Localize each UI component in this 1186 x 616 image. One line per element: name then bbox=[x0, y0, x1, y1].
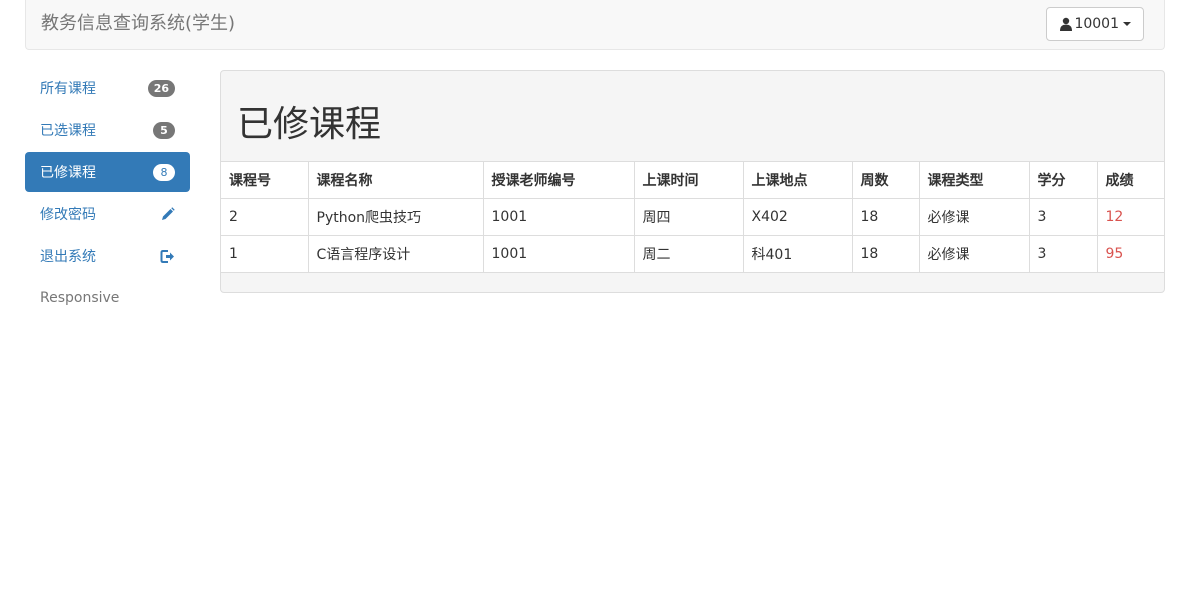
sidebar-item-selected-courses[interactable]: 已选课程 5 bbox=[25, 110, 190, 150]
column-header: 上课地点 bbox=[742, 161, 853, 199]
page-title: 已修课程 bbox=[237, 104, 382, 145]
sidebar: 所有课程 26 已选课程 5 已修课程 8 修改密码 退出系统 Responsi… bbox=[25, 68, 190, 318]
completed-courses-panel: 已修课程 课程号 课程名称 授课老师编号 上课时间 上课地点 周数 课程类型 学… bbox=[220, 70, 1165, 293]
course-type-cell: 必修课 bbox=[918, 235, 1030, 273]
count-badge: 8 bbox=[153, 163, 175, 181]
sidebar-item-change-password[interactable]: 修改密码 bbox=[25, 194, 190, 234]
table-header-row: 课程号 课程名称 授课老师编号 上课时间 上课地点 周数 课程类型 学分 成绩 bbox=[221, 161, 1164, 199]
course-type-cell: 必修课 bbox=[918, 198, 1030, 236]
table-row: 2 Python爬虫技巧 1001 周四 X402 18 必修课 3 12 bbox=[221, 198, 1164, 236]
sidebar-item-label: 所有课程 bbox=[40, 81, 96, 97]
panel-heading: 已修课程 bbox=[221, 71, 1164, 161]
score-cell: 95 bbox=[1096, 235, 1164, 273]
table-row: 1 C语言程序设计 1001 周二 科401 18 必修课 3 95 bbox=[221, 235, 1164, 273]
sidebar-item-logout[interactable]: 退出系统 bbox=[25, 236, 190, 276]
column-header: 上课时间 bbox=[633, 161, 744, 199]
top-navbar: 教务信息查询系统(学生) 10001 bbox=[25, 0, 1165, 50]
credit-cell: 3 bbox=[1028, 198, 1098, 236]
responsive-label: Responsive bbox=[40, 290, 120, 306]
class-time-cell: 周四 bbox=[633, 198, 744, 236]
count-badge: 5 bbox=[153, 121, 175, 139]
user-dropdown-button[interactable]: 10001 bbox=[1046, 7, 1144, 41]
teacher-id-cell: 1001 bbox=[482, 235, 635, 273]
brand-title[interactable]: 教务信息查询系统(学生) bbox=[41, 12, 235, 36]
user-id: 10001 bbox=[1074, 16, 1119, 32]
column-header: 学分 bbox=[1028, 161, 1098, 199]
class-time-cell: 周二 bbox=[633, 235, 744, 273]
column-header: 课程类型 bbox=[918, 161, 1030, 199]
courses-table: 课程号 课程名称 授课老师编号 上课时间 上课地点 周数 课程类型 学分 成绩 … bbox=[221, 161, 1164, 273]
logout-icon bbox=[160, 249, 174, 263]
sidebar-item-label: 已修课程 bbox=[40, 165, 96, 181]
weeks-cell: 18 bbox=[851, 198, 920, 236]
class-location-cell: 科401 bbox=[742, 235, 853, 273]
pencil-icon bbox=[162, 206, 175, 220]
count-badge: 26 bbox=[147, 79, 175, 97]
sidebar-item-label: 已选课程 bbox=[40, 123, 96, 139]
score-cell: 12 bbox=[1096, 198, 1164, 236]
course-id-cell: 1 bbox=[221, 235, 309, 273]
sidebar-item-all-courses[interactable]: 所有课程 26 bbox=[25, 68, 190, 108]
course-id-cell: 2 bbox=[221, 198, 309, 236]
credit-cell: 3 bbox=[1028, 235, 1098, 273]
weeks-cell: 18 bbox=[851, 235, 920, 273]
course-name-cell: C语言程序设计 bbox=[307, 235, 484, 273]
teacher-id-cell: 1001 bbox=[482, 198, 635, 236]
class-location-cell: X402 bbox=[742, 198, 853, 236]
sidebar-item-completed-courses[interactable]: 已修课程 8 bbox=[25, 152, 190, 192]
column-header: 课程号 bbox=[221, 161, 309, 199]
column-header: 成绩 bbox=[1096, 161, 1164, 199]
sidebar-item-label: 修改密码 bbox=[40, 207, 96, 223]
column-header: 课程名称 bbox=[307, 161, 484, 199]
user-icon bbox=[1060, 17, 1073, 31]
sidebar-item-label: 退出系统 bbox=[40, 249, 96, 265]
column-header: 授课老师编号 bbox=[482, 161, 635, 199]
course-name-cell: Python爬虫技巧 bbox=[307, 198, 484, 236]
column-header: 周数 bbox=[851, 161, 920, 199]
caret-down-icon bbox=[1123, 22, 1131, 26]
